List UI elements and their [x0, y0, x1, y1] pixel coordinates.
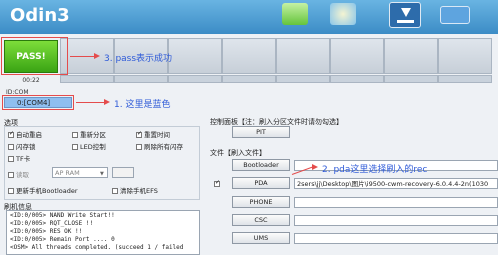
- port-slot: [276, 38, 330, 74]
- highlight-box: [2, 95, 74, 110]
- arrow-head-icon: [312, 164, 318, 170]
- address-field[interactable]: [112, 167, 134, 178]
- log-line: <ID:0/005> NAND Write Start!!: [10, 212, 115, 219]
- annotation-arrow: [76, 102, 104, 103]
- phone-button[interactable]: PHONE: [232, 196, 290, 208]
- port-slot: [168, 38, 222, 74]
- device-icon: [440, 6, 470, 24]
- port-slot-footer: [276, 75, 330, 83]
- port-slot-footer: [222, 75, 276, 83]
- elapsed-time: 00:22: [22, 77, 40, 84]
- log-line: <ID:0/005> RES OK !!: [10, 228, 83, 235]
- cloud-tree-icon: [282, 3, 308, 25]
- option-reset-time[interactable]: 重置时间: [136, 129, 170, 139]
- option-tf-card[interactable]: TF卡: [8, 153, 30, 163]
- option-read[interactable]: 读取: [8, 169, 29, 179]
- pda-checkbox[interactable]: [214, 179, 222, 188]
- option-led-control[interactable]: LED控制: [72, 141, 106, 151]
- port-slot: [330, 38, 384, 74]
- phone-path-field[interactable]: [294, 197, 498, 208]
- port-slot-footer: [438, 75, 492, 83]
- ums-path-field[interactable]: [294, 233, 498, 244]
- port-slot-footer: [60, 75, 114, 83]
- option-nand-erase[interactable]: 刷除所有闪存: [136, 141, 183, 151]
- ums-button[interactable]: UMS: [232, 232, 290, 244]
- log-line: <ID:0/005> Remain Port .... 0: [10, 236, 115, 243]
- port-slots: [4, 38, 494, 84]
- globe-icon: [330, 3, 356, 25]
- log-line: <ID:0/005> RQT_CLOSE !!: [10, 220, 94, 227]
- log-panel: <ID:0/005> NAND Write Start!! <ID:0/005>…: [6, 210, 200, 255]
- port-slot-footer: [384, 75, 438, 83]
- arrow-head-icon: [104, 99, 110, 105]
- annotation-arrow: [70, 56, 94, 57]
- csc-button[interactable]: CSC: [232, 214, 290, 226]
- option-flash-lock[interactable]: 闪存锁: [8, 141, 36, 151]
- title-bar: Odin3: [0, 0, 498, 34]
- option-clear-efs[interactable]: 清除手机EFS: [112, 185, 158, 195]
- app-title: Odin3: [10, 5, 70, 26]
- option-update-bootloader[interactable]: 更新手机Bootloader: [8, 185, 78, 195]
- pda-button[interactable]: PDA: [232, 177, 290, 189]
- port-slot: [438, 38, 492, 74]
- bootloader-button[interactable]: Bootloader: [232, 159, 290, 171]
- port-slot: [384, 38, 438, 74]
- arrow-head-icon: [94, 53, 100, 59]
- annotation-pda: 2. pda这里选择刷入的rec: [322, 165, 428, 175]
- files-section-label: 文件【刷入文件】: [210, 149, 266, 157]
- highlight-box: [1, 37, 68, 75]
- pit-button[interactable]: PIT: [232, 126, 290, 138]
- port-slot-footer: [330, 75, 384, 83]
- log-line: <OSM> All threads completed. (succeed 1 …: [10, 244, 184, 251]
- port-slot-footer: [168, 75, 222, 83]
- download-icon: [389, 2, 421, 28]
- annotation-com: 1. 这里是蓝色: [114, 100, 171, 110]
- port-slot: [222, 38, 276, 74]
- csc-path-field[interactable]: [294, 215, 498, 226]
- annotation-pass: 3. pass表示成功: [104, 54, 173, 64]
- option-auto-reboot[interactable]: 自动重启: [8, 129, 42, 139]
- chevron-down-icon: ▼: [100, 171, 104, 177]
- option-repartition[interactable]: 重新分区: [72, 129, 106, 139]
- pda-path-field[interactable]: 2sers\jj\Desktop\图片\i9500-cwm-recovery-6…: [294, 178, 498, 189]
- port-slot-footer: [114, 75, 168, 83]
